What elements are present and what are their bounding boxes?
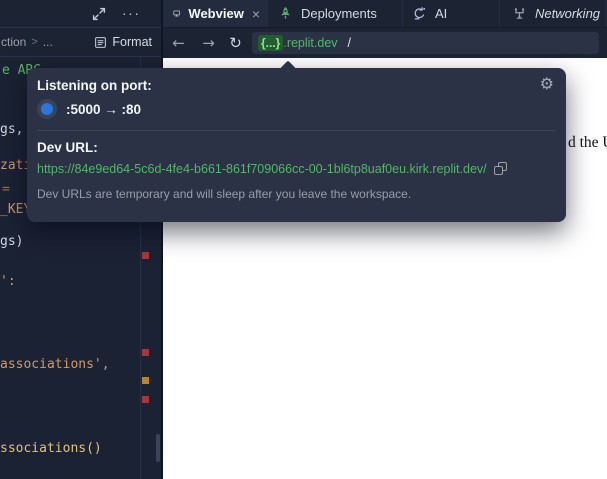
tab-label: Networking (535, 6, 600, 21)
ai-sparkle-icon (412, 6, 427, 21)
monitor-icon (173, 6, 180, 21)
tab-label: Deployments (301, 6, 377, 21)
refresh-button[interactable]: ↻ (228, 34, 243, 52)
dev-url-caption: Dev URLs are temporary and will sleep af… (37, 187, 411, 201)
chevron-right-icon: > (31, 36, 37, 48)
error-mark (142, 396, 149, 403)
tab-webview[interactable]: Webview × (163, 0, 268, 27)
error-mark (142, 252, 149, 259)
format-button[interactable]: Format (94, 35, 152, 49)
port-status-dot-icon (41, 103, 53, 115)
port-status-indicator[interactable] (37, 99, 57, 119)
url-id-badge[interactable]: {...} (258, 35, 283, 51)
port-mapping: :5000 → :80 (66, 102, 141, 117)
error-mark (142, 349, 149, 356)
code-fragment: associations', (0, 357, 110, 372)
rocket-icon (278, 6, 293, 21)
code-fragment: gs) (0, 234, 23, 249)
gear-icon[interactable]: ⚙ (540, 75, 554, 93)
port-row: :5000 → :80 (37, 99, 141, 119)
code-fragment: = (2, 182, 10, 197)
breadcrumb: ction > ... Format (0, 28, 161, 57)
tab-networking[interactable]: Networking (500, 0, 607, 27)
url-path: / (348, 36, 351, 50)
page-text-snippet: d the U (568, 134, 607, 152)
code-fragment: ssociations() (0, 441, 102, 456)
forward-button[interactable]: → (201, 34, 216, 52)
popup-divider (37, 130, 556, 131)
tool-tabbar: Webview × Deployments (163, 0, 607, 28)
popup-title: Listening on port: (37, 78, 152, 93)
network-hub-icon (512, 6, 527, 21)
webview-urlbar: ← → ↻ {...} .replit.dev / (163, 28, 607, 58)
breadcrumb-ellipsis[interactable]: ... (43, 35, 53, 49)
format-label: Format (112, 35, 152, 49)
replit-workspace: ··· ction > ... Format e ARG gs, zati = … (0, 0, 607, 479)
expand-pane-button[interactable] (91, 6, 107, 22)
url-host: .replit.dev (283, 36, 337, 50)
tab-deployments[interactable]: Deployments (268, 0, 403, 27)
expand-arrows-icon (91, 6, 107, 22)
warning-mark (142, 377, 149, 384)
code-fragment: gs, (0, 122, 23, 137)
port-info-popup: Listening on port: ⚙ :5000 → :80 Dev URL… (27, 68, 566, 222)
close-icon[interactable]: × (252, 6, 260, 22)
code-fragment: ': (0, 274, 16, 289)
editor-pane-header: ··· (0, 0, 161, 28)
back-button[interactable]: ← (171, 34, 186, 52)
url-input[interactable]: {...} .replit.dev / (252, 32, 599, 54)
breadcrumb-symbol[interactable]: ction (1, 35, 26, 49)
tab-ai[interactable]: AI (403, 0, 500, 27)
more-options-button[interactable]: ··· (122, 2, 141, 24)
copy-icon[interactable] (494, 162, 508, 176)
editor-scrollbar[interactable] (156, 434, 160, 462)
dev-url-row: https://84e9ed64-5c6d-4fe4-b661-861f7090… (37, 162, 508, 176)
format-icon (94, 36, 107, 49)
tab-label: AI (435, 6, 447, 21)
tab-label: Webview (188, 6, 243, 21)
dev-url-link[interactable]: https://84e9ed64-5c6d-4fe4-b661-861f7090… (37, 162, 487, 176)
dev-url-label: Dev URL: (37, 140, 98, 155)
